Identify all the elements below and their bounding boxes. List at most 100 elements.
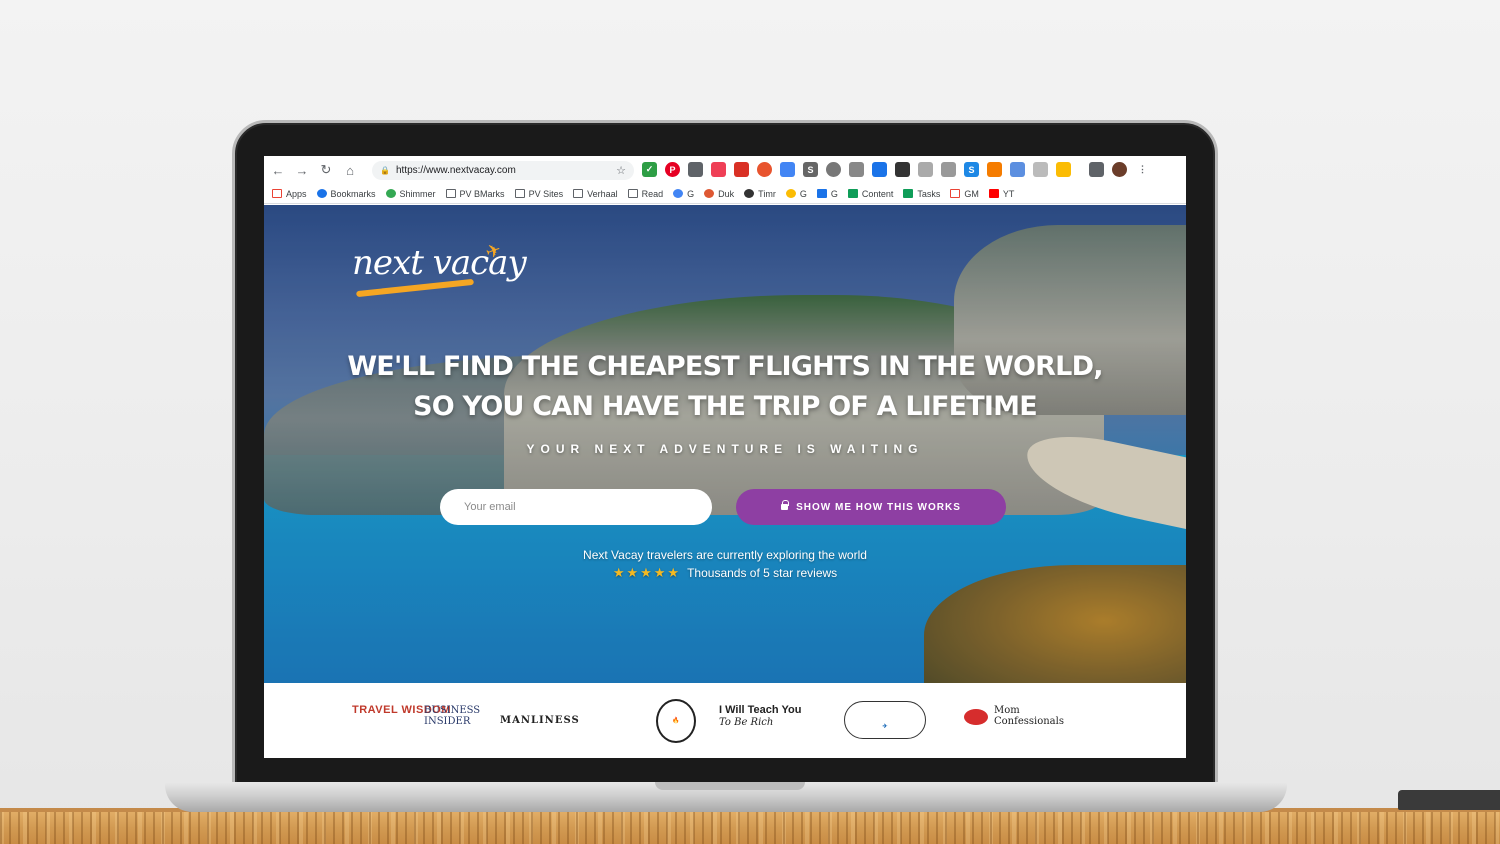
drive-icon — [785, 189, 796, 198]
hero-subheadline: YOUR NEXT ADVENTURE IS WAITING — [526, 442, 924, 456]
docs-extension-icon[interactable] — [780, 162, 795, 177]
image-extension-icon[interactable] — [941, 162, 956, 177]
bookmark-label: Read — [641, 188, 664, 199]
youtube-icon — [988, 189, 999, 198]
pocket-extension-icon[interactable] — [711, 162, 726, 177]
duck-extension-icon[interactable] — [757, 162, 772, 177]
box-extension-icon[interactable] — [1033, 162, 1048, 177]
bookmark-label: Content — [861, 188, 894, 199]
check-extension-icon[interactable]: ✓ — [642, 162, 657, 177]
bookmark-yt[interactable]: YT — [988, 189, 1014, 199]
business-insider-line-1: BUSINESS — [424, 705, 481, 716]
mom-confessionals-logo: Mom Confessionals — [994, 705, 1064, 727]
home-icon[interactable]: ⌂ — [340, 160, 360, 180]
back-arrow-icon[interactable]: ← — [268, 160, 288, 180]
sheets-icon — [903, 189, 914, 198]
translate-extension-icon[interactable] — [1010, 162, 1025, 177]
cast-icon[interactable] — [1089, 162, 1104, 177]
hero-headline: WE'LL FIND THE CHEAPEST FLIGHTS IN THE W… — [264, 347, 1186, 427]
bookmark-content[interactable]: Content — [847, 188, 894, 199]
calendar-extension-icon[interactable] — [872, 162, 887, 177]
apps-grid-icon — [272, 189, 282, 198]
s-extension-icon[interactable]: S — [803, 162, 818, 177]
menu-dots-icon[interactable]: ⋮ — [1135, 162, 1150, 177]
bookmark-pv-bmarks[interactable]: PV BMarks — [445, 189, 505, 199]
duckduckgo-icon — [704, 189, 715, 198]
bookmark-g-calendar[interactable]: G — [816, 188, 838, 199]
reload-icon[interactable]: ↻ — [316, 160, 336, 180]
google-icon — [673, 189, 684, 198]
address-bar[interactable]: 🔒 https://www.nextvacay.com ☆ — [372, 161, 634, 180]
page-extension-icon[interactable] — [918, 162, 933, 177]
bookmark-label: Timr — [758, 188, 776, 199]
bookmark-label: Duk — [718, 188, 735, 199]
bookmark-bookmarks[interactable]: Bookmarks — [316, 188, 376, 199]
rss-extension-icon[interactable] — [987, 162, 1002, 177]
mom-logo-line-2: Confessionals — [994, 716, 1064, 727]
reviews-line: ★★★★★ Thousands of 5 star reviews — [264, 565, 1186, 581]
iwt-logo-line-1: I Will Teach You — [719, 704, 802, 716]
business-insider-logo: BUSINESS INSIDER — [424, 705, 480, 727]
mom-logo-line-1: Mom — [994, 705, 1020, 716]
laptop-notch — [655, 782, 805, 790]
lips-icon — [964, 709, 988, 725]
lock-icon: 🔒 — [380, 166, 390, 175]
press-logos-strip: TRAVEL WISDOM BUSINESS INSIDER MANLINESS… — [264, 683, 1186, 758]
grid-extension-icon[interactable] — [895, 162, 910, 177]
timer-icon — [744, 189, 755, 198]
hero-section: next vacay ✈ WE'LL FIND THE CHEAPEST FLI… — [264, 205, 1186, 683]
headline-line-1: WE'LL FIND THE CHEAPEST FLIGHTS IN THE W… — [347, 351, 1103, 382]
laptop-screen: ← → ↻ ⌂ 🔒 https://www.nextvacay.com ☆ ✓ … — [264, 156, 1186, 758]
bookmark-g[interactable]: G — [673, 189, 694, 199]
cloud-extension-icon[interactable] — [849, 162, 864, 177]
extension-icon[interactable] — [688, 162, 703, 177]
lock-icon — [781, 500, 790, 510]
skype-extension-icon[interactable]: S — [964, 162, 979, 177]
star-icon — [316, 189, 327, 198]
bookmark-label: Apps — [286, 188, 307, 199]
bookmark-apps[interactable]: Apps — [272, 189, 307, 199]
cta-label: SHOW ME HOW THIS WORKS — [796, 501, 961, 513]
iwt-logo-line-2: To Be Rich — [719, 717, 774, 728]
folder-icon — [445, 189, 456, 198]
url-text: https://www.nextvacay.com — [395, 165, 516, 176]
bookmark-pv-sites[interactable]: PV Sites — [514, 188, 564, 199]
pinterest-extension-icon[interactable]: P — [665, 162, 680, 177]
yellow-extension-icon[interactable] — [1056, 162, 1071, 177]
profile-avatar[interactable] — [1112, 162, 1127, 177]
extensions-row: ✓ P S S ⋮ — [642, 162, 1150, 177]
bookmarks-bar: Apps Bookmarks Shimmer PV BMarks PV Site… — [264, 184, 1186, 204]
folder-icon — [627, 189, 638, 198]
gmail-icon — [950, 189, 961, 198]
bookmark-label: PV Sites — [528, 188, 564, 199]
explore-text: Next Vacay travelers are currently explo… — [583, 548, 867, 562]
show-me-how-button[interactable]: SHOW ME HOW THIS WORKS — [736, 489, 1006, 525]
mail-extension-icon[interactable] — [734, 162, 749, 177]
bookmark-label: Tasks — [917, 188, 941, 199]
bookmark-star-icon[interactable]: ☆ — [616, 164, 626, 177]
forward-arrow-icon[interactable]: → — [292, 160, 312, 180]
bookmark-label: G — [830, 188, 838, 199]
bookmark-label: Verhaal — [587, 188, 618, 199]
bookmark-gm[interactable]: GM — [950, 189, 979, 199]
bookmark-verhaal[interactable]: Verhaal — [573, 189, 618, 199]
bookmark-shimmer[interactable]: Shimmer — [385, 188, 436, 199]
folder-icon — [573, 189, 584, 198]
reviews-text: Thousands of 5 star reviews — [687, 566, 838, 580]
bookmark-label: Bookmarks — [330, 188, 376, 199]
circle-extension-icon[interactable] — [826, 162, 841, 177]
bookmark-duk[interactable]: Duk — [704, 189, 734, 199]
email-input[interactable] — [440, 489, 712, 525]
calendar-icon — [816, 189, 827, 198]
folder-icon — [514, 189, 525, 198]
business-insider-line-2: INSIDER — [424, 716, 471, 727]
bookmark-label: Shimmer — [399, 188, 436, 199]
star-rating-icon: ★★★★★ — [612, 565, 682, 580]
bookmark-tasks[interactable]: Tasks — [903, 189, 940, 199]
wooden-desk — [0, 812, 1500, 844]
bookmark-label: G — [687, 188, 695, 199]
bookmark-g-drive[interactable]: G — [785, 189, 807, 199]
sheets-icon — [847, 189, 858, 198]
bookmark-timr[interactable]: Timr — [744, 189, 776, 199]
bookmark-read[interactable]: Read — [627, 188, 664, 199]
